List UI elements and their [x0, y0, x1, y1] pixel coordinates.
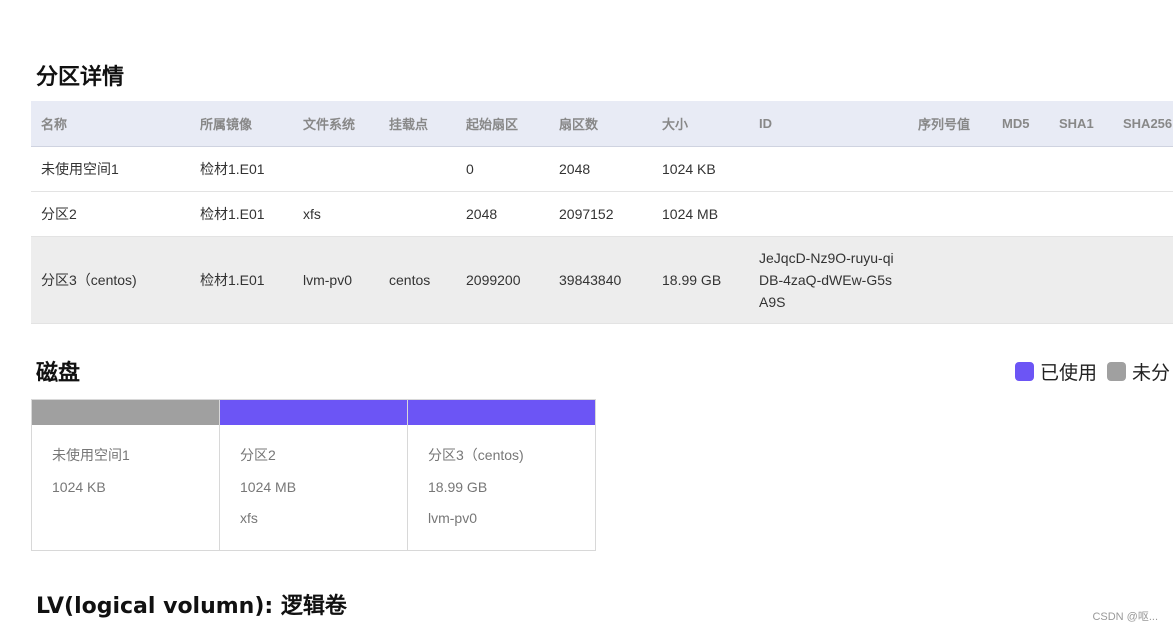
cell-mount: centos	[379, 236, 456, 324]
disk-block-name: 分区2	[240, 447, 276, 463]
cell-start-sector: 2099200	[456, 236, 549, 324]
table-header-row: 名称 所属镜像 文件系统 挂载点 起始扇区 扇区数 大小 ID 序列号值 MD5…	[31, 101, 1173, 147]
partition-details-title: 分区详情	[36, 65, 125, 90]
cell-name: 分区3（centos)	[31, 236, 190, 324]
table-row[interactable]: 分区2 检材1.E01 xfs 2048 2097152 1024 MB	[31, 191, 1173, 237]
cell-filesystem	[293, 146, 379, 192]
cell-sha1	[1049, 191, 1113, 237]
cell-size: 1024 KB	[652, 146, 749, 192]
cell-filesystem: xfs	[293, 191, 379, 237]
cell-image: 检材1.E01	[190, 146, 293, 192]
col-header-serial[interactable]: 序列号值	[908, 101, 992, 147]
col-header-id[interactable]: ID	[749, 101, 908, 147]
disk-block-bar	[32, 400, 219, 425]
legend-swatch-used	[1015, 362, 1034, 381]
cell-start-sector: 2048	[456, 191, 549, 237]
cell-id: JeJqcD-Nz9O-ruyu-qiDB-4zaQ-dWEw-G5sA9S	[749, 236, 908, 324]
cell-start-sector: 0	[456, 146, 549, 192]
cell-mount	[379, 146, 456, 192]
disk-block-size: 1024 MB	[240, 478, 297, 495]
cell-serial	[908, 191, 992, 237]
cell-md5	[992, 146, 1049, 192]
legend-swatch-unallocated	[1107, 362, 1127, 381]
disk-block-bar	[408, 400, 595, 425]
disk-block-size: 18.99 GB	[428, 478, 488, 495]
table-row[interactable]: 未使用空间1 检材1.E01 0 2048 1024 KB	[31, 146, 1173, 192]
cell-serial	[908, 236, 992, 324]
disk-block-fs	[52, 508, 219, 540]
cell-md5	[992, 236, 1049, 324]
cell-md5	[992, 191, 1049, 237]
disk-block-name: 未使用空间1	[52, 447, 130, 463]
legend-label-unallocated: 未分	[1132, 362, 1171, 384]
cell-name: 分区2	[31, 191, 190, 237]
disk-map: 未使用空间1 1024 KB 分区2 1024 MB xfs 分区3（cento…	[31, 399, 596, 551]
col-header-sector-count[interactable]: 扇区数	[549, 101, 652, 147]
cell-id	[749, 146, 908, 192]
cell-mount	[379, 191, 456, 237]
cell-sha1	[1049, 236, 1113, 324]
cell-sha1	[1049, 146, 1113, 192]
disk-block-partition-2[interactable]: 分区2 1024 MB xfs	[219, 399, 408, 551]
disk-legend: 已使用 未分	[1015, 358, 1173, 385]
disk-block-partition-3[interactable]: 分区3（centos) 18.99 GB lvm-pv0	[407, 399, 596, 551]
cell-serial	[908, 146, 992, 192]
lv-title: LV(logical volumn): 逻辑卷	[36, 594, 347, 619]
cell-sector-count: 39843840	[549, 236, 652, 324]
disk-block-size: 1024 KB	[52, 478, 106, 495]
legend-label-used: 已使用	[1040, 362, 1098, 384]
legend-item-used[interactable]: 已使用	[1015, 358, 1097, 385]
disk-block-fs: lvm-pv0	[428, 510, 478, 526]
partition-table: 名称 所属镜像 文件系统 挂载点 起始扇区 扇区数 大小 ID 序列号值 MD5…	[31, 101, 1173, 324]
legend-item-unallocated[interactable]: 未分	[1107, 358, 1170, 385]
disk-title: 磁盘	[36, 361, 81, 386]
col-header-filesystem[interactable]: 文件系统	[293, 101, 379, 147]
col-header-image[interactable]: 所属镜像	[190, 101, 293, 147]
cell-size: 18.99 GB	[652, 236, 749, 324]
cell-image: 检材1.E01	[190, 236, 293, 324]
cell-sector-count: 2097152	[549, 191, 652, 237]
cell-id	[749, 191, 908, 237]
table-row[interactable]: 分区3（centos) 检材1.E01 lvm-pv0 centos 20992…	[31, 236, 1173, 324]
cell-sha256	[1113, 146, 1173, 192]
disk-block-name: 分区3（centos)	[428, 447, 524, 463]
cell-name: 未使用空间1	[31, 146, 190, 192]
disk-block-unused-space-1[interactable]: 未使用空间1 1024 KB	[31, 399, 220, 551]
cell-image: 检材1.E01	[190, 191, 293, 237]
watermark: CSDN @呕...	[1092, 611, 1158, 623]
col-header-mount[interactable]: 挂载点	[379, 101, 456, 147]
cell-sha256	[1113, 191, 1173, 237]
col-header-size[interactable]: 大小	[652, 101, 749, 147]
disk-block-fs: xfs	[240, 510, 258, 526]
cell-filesystem: lvm-pv0	[293, 236, 379, 324]
cell-sha256	[1113, 236, 1173, 324]
cell-size: 1024 MB	[652, 191, 749, 237]
col-header-name[interactable]: 名称	[31, 101, 190, 147]
cell-sector-count: 2048	[549, 146, 652, 192]
col-header-md5[interactable]: MD5	[992, 101, 1049, 147]
col-header-sha1[interactable]: SHA1	[1049, 101, 1113, 147]
col-header-sha256[interactable]: SHA256	[1113, 101, 1173, 147]
disk-block-bar	[220, 400, 407, 425]
col-header-start-sector[interactable]: 起始扇区	[456, 101, 549, 147]
